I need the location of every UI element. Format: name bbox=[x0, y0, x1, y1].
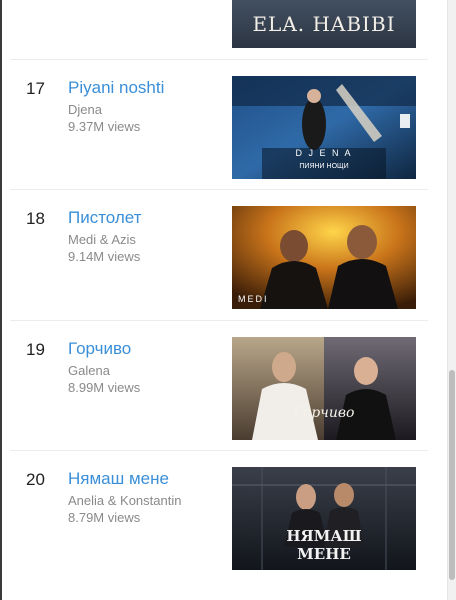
song-title-link[interactable]: Горчиво bbox=[68, 339, 131, 359]
chart-row-18: 18 Пистолет Medi & Azis 9.14M views MEDI bbox=[0, 206, 446, 326]
view-count: 9.14M views bbox=[68, 249, 141, 264]
video-thumbnail[interactable]: MEDI bbox=[232, 206, 416, 309]
thumb-caption: MEDI bbox=[238, 294, 269, 304]
row-divider bbox=[10, 59, 428, 60]
chart-row-19: 19 Горчиво Galena 8.99M views Горчиво bbox=[0, 337, 446, 457]
row-divider bbox=[10, 189, 428, 190]
thumb-caption: ELA. HABIBI bbox=[252, 12, 395, 36]
chart-row-17: 17 Piyani noshti Djena 9.37M views D J E… bbox=[0, 76, 446, 196]
artist-name: Djena bbox=[68, 102, 102, 117]
artist-name: Anelia & Konstantin bbox=[68, 493, 182, 508]
artist-name: Galena bbox=[68, 363, 110, 378]
view-count: 9.37M views bbox=[68, 119, 141, 134]
video-thumbnail-partial[interactable]: ELA. HABIBI bbox=[232, 0, 416, 48]
thumb-caption: D J E N A bbox=[295, 148, 352, 158]
song-title-link[interactable]: Piyani noshti bbox=[68, 78, 164, 98]
row-divider bbox=[10, 320, 428, 321]
video-thumbnail[interactable]: НЯМАШ МЕНЕ bbox=[232, 467, 416, 570]
chart-list: ELA. HABIBI 17 Piyani noshti Djena 9.37M… bbox=[0, 0, 446, 600]
rank-number: 19 bbox=[26, 340, 45, 359]
video-thumbnail[interactable]: D J E N A ПИЯНИ НОЩИ bbox=[232, 76, 416, 179]
view-count: 8.99M views bbox=[68, 380, 141, 395]
view-count: 8.79M views bbox=[68, 510, 141, 525]
row-divider bbox=[10, 450, 428, 451]
thumb-caption: МЕНЕ bbox=[297, 545, 351, 563]
song-title-link[interactable]: Нямаш мене bbox=[68, 469, 169, 489]
rank-number: 17 bbox=[26, 79, 45, 98]
thumb-caption: НЯМАШ bbox=[286, 527, 361, 545]
rank-number: 18 bbox=[26, 209, 45, 228]
app-frame: ELA. HABIBI 17 Piyani noshti Djena 9.37M… bbox=[0, 0, 456, 600]
rank-number: 20 bbox=[26, 470, 45, 489]
thumb-caption: ПИЯНИ НОЩИ bbox=[299, 163, 348, 170]
song-title-link[interactable]: Пистолет bbox=[68, 208, 142, 228]
scrollbar-thumb[interactable] bbox=[449, 370, 455, 580]
video-thumbnail[interactable]: Горчиво bbox=[232, 337, 416, 440]
chart-row-20: 20 Нямаш мене Anelia & Konstantin 8.79M … bbox=[0, 467, 446, 587]
thumb-caption: Горчиво bbox=[293, 405, 355, 421]
artist-name: Medi & Azis bbox=[68, 232, 136, 247]
